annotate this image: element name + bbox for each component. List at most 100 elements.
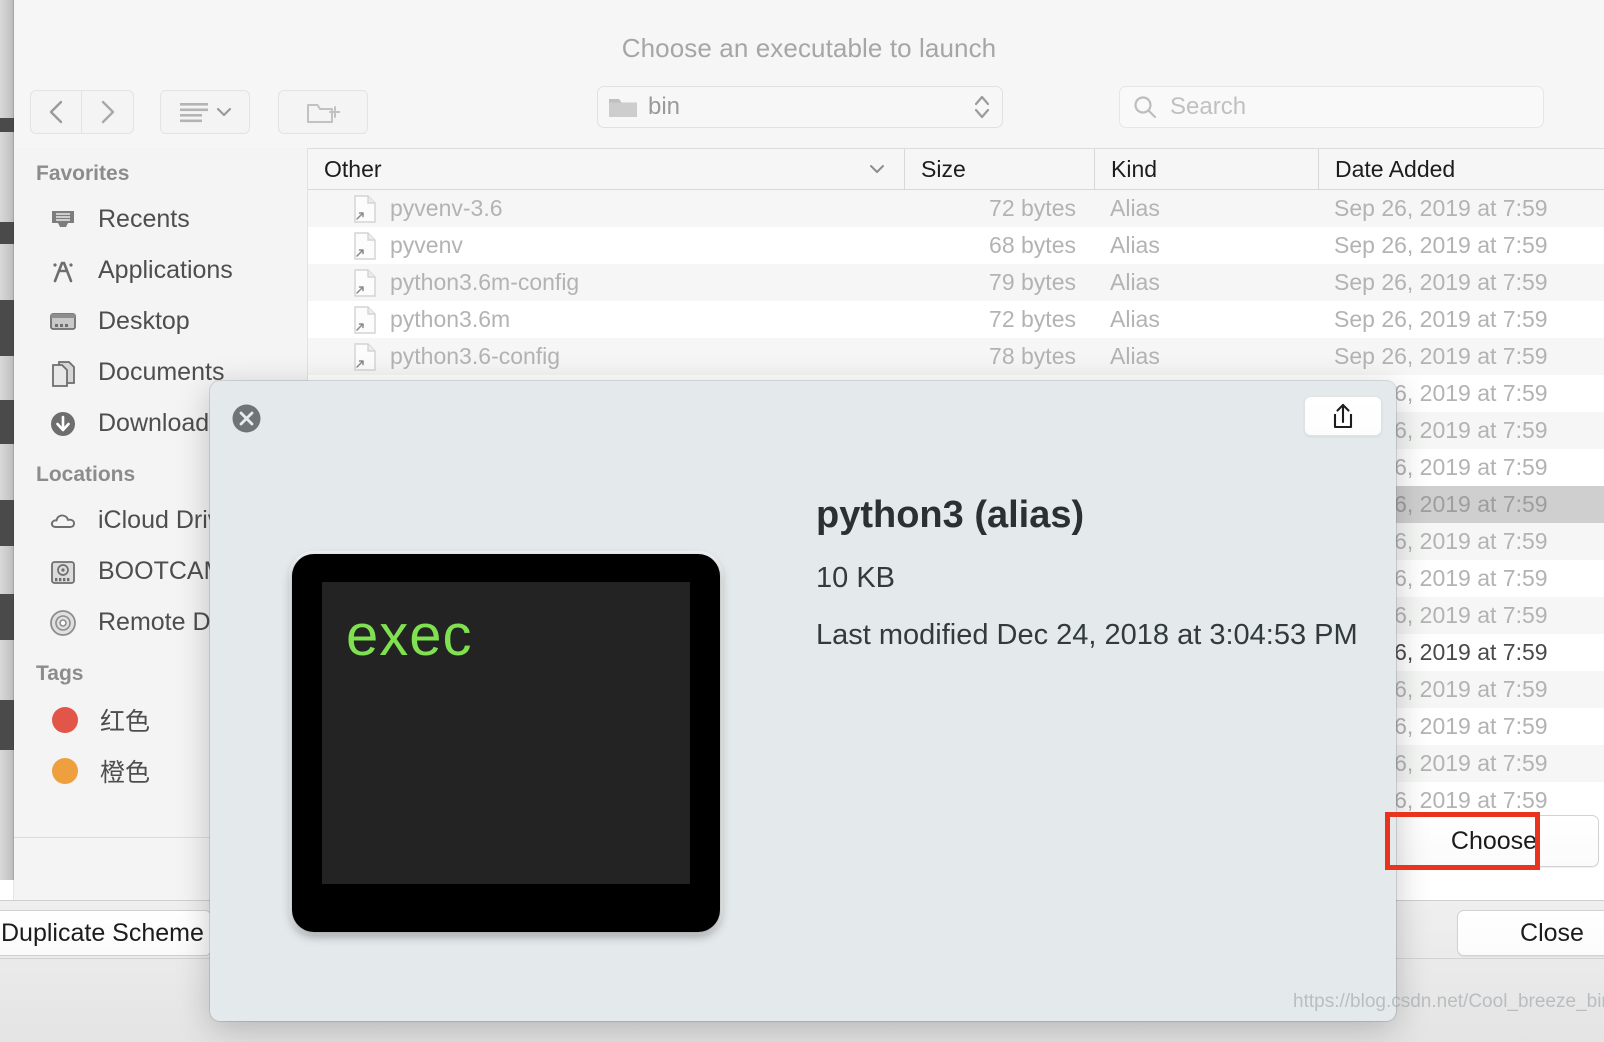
sidebar-section-heading: Favorites xyxy=(36,162,130,185)
sidebar-item-label: 橙色 xyxy=(100,758,151,787)
exec-icon-text: exec xyxy=(346,603,473,668)
column-header-kind-label: Kind xyxy=(1111,155,1158,182)
close-button[interactable]: Close xyxy=(1457,910,1604,956)
tag-dot-icon xyxy=(52,757,78,784)
hard-disk-icon xyxy=(48,557,82,587)
sidebar-item-label: 红色 xyxy=(100,707,151,736)
search-field[interactable]: Search xyxy=(1119,86,1544,128)
file-kind-cell: Alias xyxy=(1110,306,1160,332)
screenshot-root: Choose an executable to launch bin Searc… xyxy=(0,0,1604,1042)
choose-button-label: Choose xyxy=(1450,826,1538,855)
chevron-down-icon xyxy=(216,106,232,118)
file-date-cell: Sep 26, 2019 at 7:59 xyxy=(1334,195,1548,221)
file-name-cell: pyvenv-3.6 xyxy=(308,194,904,224)
sidebar-item-label: Desktop xyxy=(98,307,190,335)
path-popup-button[interactable]: bin xyxy=(597,86,1003,128)
view-mode-button[interactable] xyxy=(160,90,250,134)
chevron-right-icon xyxy=(99,99,117,125)
cloud-icon xyxy=(48,506,82,536)
file-date-cell: Sep 26, 2019 at 7:59 xyxy=(1334,306,1548,332)
quick-look-title: python3 (alias) xyxy=(816,494,1085,536)
table-row[interactable]: pyvenv-3.6 72 bytes Alias Sep 26, 2019 at 7… xyxy=(308,190,1604,227)
new-folder-button[interactable] xyxy=(278,90,368,134)
file-kind-cell: Alias xyxy=(1110,269,1160,295)
up-down-stepper-icon[interactable] xyxy=(972,91,992,123)
search-placeholder: Search xyxy=(1170,93,1247,120)
sidebar-item-recents[interactable]: Recents xyxy=(14,194,307,245)
file-date-cell: Sep 26, 2019 at 7:59 xyxy=(1334,269,1548,295)
file-size-cell: 72 bytes xyxy=(989,195,1076,221)
share-icon xyxy=(1330,402,1356,430)
tag-dot-icon xyxy=(52,706,78,733)
chevron-down-icon[interactable] xyxy=(868,163,886,175)
file-size-cell: 78 bytes xyxy=(989,343,1076,369)
file-kind-cell: Alias xyxy=(1110,232,1160,258)
downloads-icon xyxy=(48,409,82,439)
file-list-header: Other Size Kind Date Added xyxy=(308,148,1604,190)
chevron-left-icon xyxy=(47,99,65,125)
alias-file-icon xyxy=(352,305,378,335)
close-icon xyxy=(232,404,261,433)
file-kind-cell: Alias xyxy=(1110,343,1160,369)
column-header-kind[interactable]: Kind xyxy=(1094,149,1318,189)
applications-icon xyxy=(48,256,82,286)
sidebar-item-desktop[interactable]: Desktop xyxy=(14,296,307,347)
file-name-cell: pyvenv xyxy=(308,231,904,261)
file-name-label: pyvenv xyxy=(390,232,463,258)
watermark: https://blog.csdn.net/Cool_breeze_bin xyxy=(1293,991,1604,1012)
quick-look-close-button[interactable] xyxy=(232,404,261,433)
nav-button-group xyxy=(30,90,134,134)
file-date-cell: Sep 26, 2019 at 7:59 xyxy=(1334,232,1548,258)
column-header-date-added-label: Date Added xyxy=(1335,155,1456,182)
file-name-label: pyvenv-3.6 xyxy=(390,195,503,221)
file-name-cell: python3.6m-config xyxy=(308,268,904,298)
quick-look-modified: Last modified Dec 24, 2018 at 3:04:53 PM xyxy=(816,619,1358,651)
page-title: Choose an executable to launch xyxy=(621,33,997,63)
file-name-label: python3.6m xyxy=(390,306,511,332)
close-button-label: Close xyxy=(1520,918,1584,947)
sidebar-item-label: Downloads xyxy=(98,409,222,437)
table-row[interactable]: pyvenv 68 bytes Alias Sep 26, 2019 at 7:59 xyxy=(308,227,1604,264)
alias-file-icon xyxy=(352,231,378,261)
column-header-date-added[interactable]: Date Added xyxy=(1318,149,1604,189)
column-header-name[interactable]: Other xyxy=(308,149,904,189)
duplicate-scheme-label: Duplicate Scheme xyxy=(1,918,204,947)
file-size-cell: 79 bytes xyxy=(989,269,1076,295)
column-header-size-label: Size xyxy=(921,155,966,182)
column-header-size[interactable]: Size xyxy=(904,149,1094,189)
file-size-cell: 68 bytes xyxy=(989,232,1076,258)
sidebar-item-label: Applications xyxy=(98,256,233,284)
file-kind-cell: Alias xyxy=(1110,195,1160,221)
exec-terminal-icon: exec xyxy=(292,554,720,932)
path-value: bin xyxy=(648,93,681,120)
sidebar-item-label: Recents xyxy=(98,205,190,233)
file-name-cell: python3.6m xyxy=(308,305,904,335)
sidebar-item-applications[interactable]: Applications xyxy=(14,245,307,296)
documents-icon xyxy=(48,358,82,388)
quick-look-size: 10 KB xyxy=(816,562,895,594)
alias-file-icon xyxy=(352,268,378,298)
table-row[interactable]: python3.6m 72 bytes Alias Sep 26, 2019 at 7… xyxy=(308,301,1604,338)
quick-look-share-button[interactable] xyxy=(1304,396,1382,436)
column-header-name-label: Other xyxy=(324,155,382,182)
alias-file-icon xyxy=(352,342,378,372)
table-row[interactable]: python3.6m-config 79 bytes Alias Sep 26, 20… xyxy=(308,264,1604,301)
search-icon xyxy=(1132,94,1158,120)
alias-file-icon xyxy=(352,194,378,224)
file-name-cell: python3.6-config xyxy=(308,342,904,372)
sidebar-item-label: Documents xyxy=(98,358,225,386)
recents-icon xyxy=(48,205,82,235)
new-folder-icon xyxy=(306,99,340,125)
list-view-icon xyxy=(179,101,209,123)
folder-icon xyxy=(608,95,638,119)
back-button[interactable] xyxy=(30,90,82,134)
file-date-cell: Sep 26, 2019 at 7:59 xyxy=(1334,343,1548,369)
table-row[interactable]: python3.6-config 78 bytes Alias Sep 26, 201… xyxy=(308,338,1604,375)
duplicate-scheme-button[interactable]: Duplicate Scheme xyxy=(0,910,212,956)
forward-button[interactable] xyxy=(82,90,134,134)
choose-button[interactable]: Choose xyxy=(1389,815,1599,867)
background-window-edge xyxy=(0,0,14,880)
file-size-cell: 72 bytes xyxy=(989,306,1076,332)
sheet-titlebar: Choose an executable to launch xyxy=(14,0,1604,76)
file-name-label: python3.6m-config xyxy=(390,269,580,295)
